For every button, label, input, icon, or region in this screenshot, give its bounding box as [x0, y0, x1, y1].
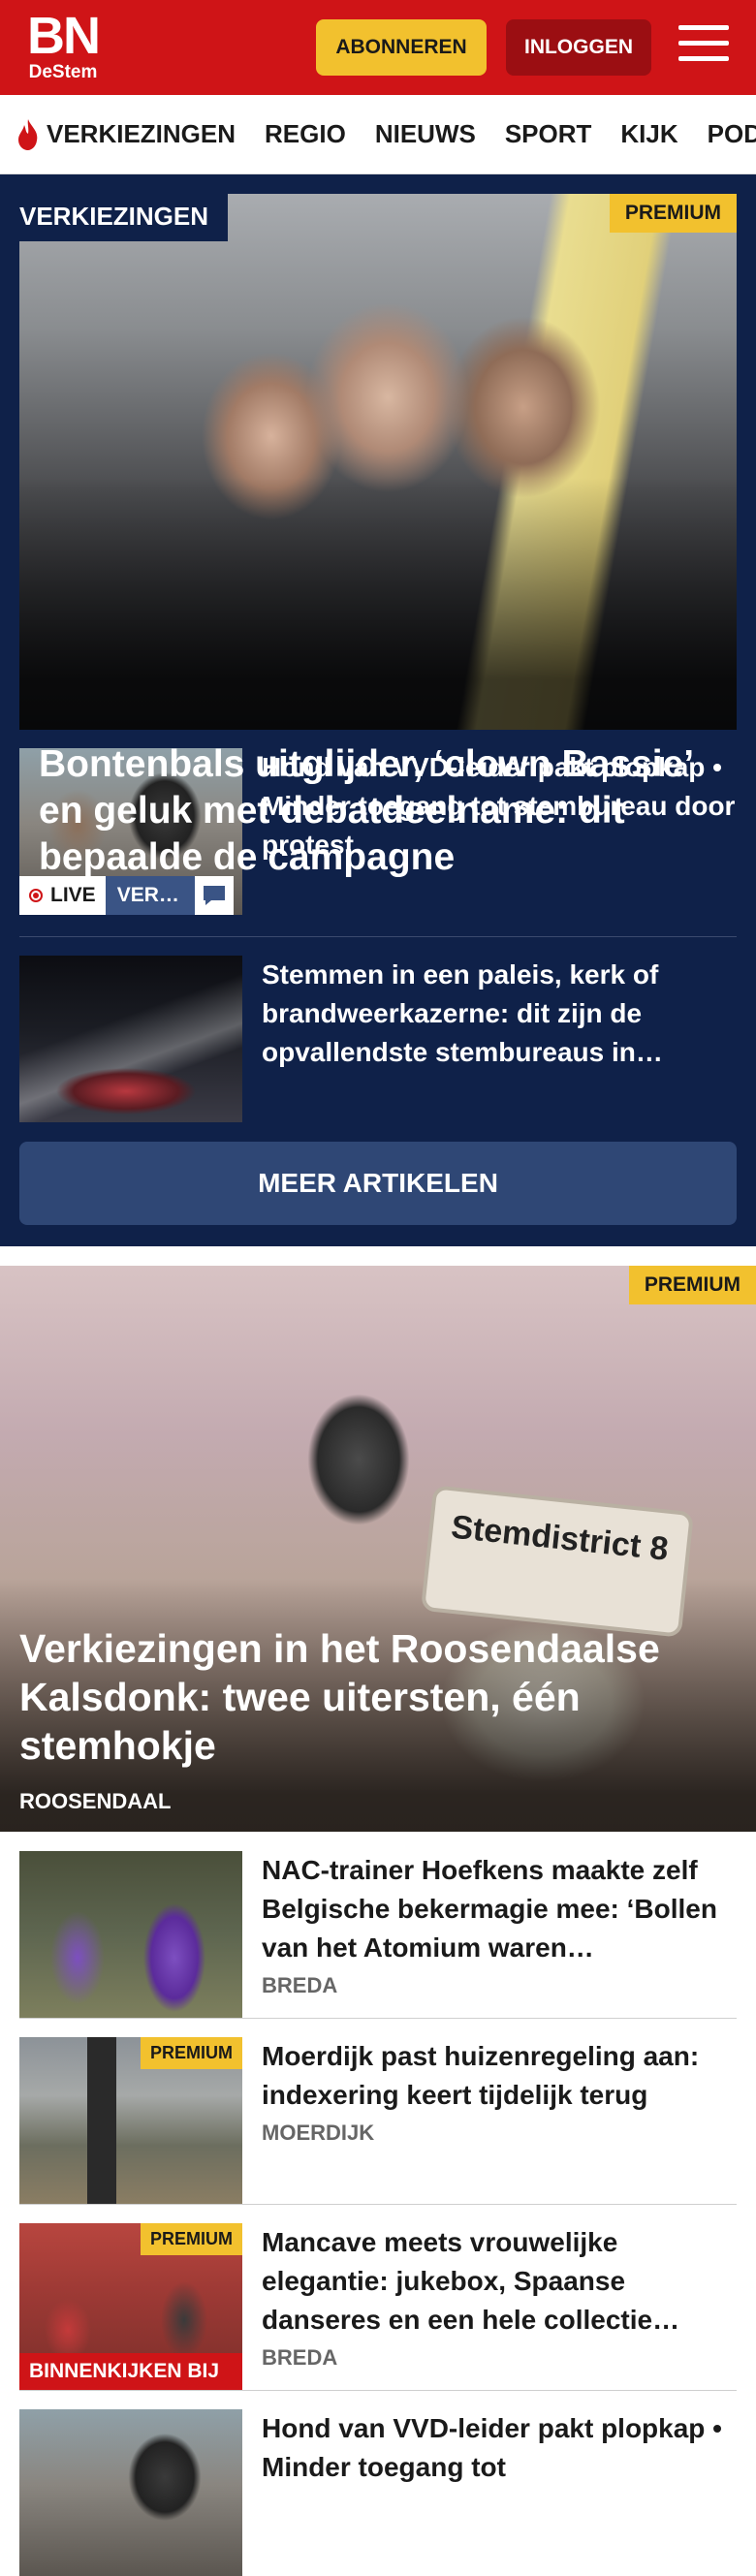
live-label: LIVE [50, 884, 96, 906]
premium-badge: PREMIUM [628, 1266, 756, 1304]
live-badges: LIVE VER… [19, 876, 234, 915]
logo-sub: DeStem [28, 62, 98, 82]
list-location: BREDA [262, 2345, 338, 2370]
nav-item-kijk[interactable]: KIJK [620, 119, 677, 149]
top-bar: BN DeStem ABONNEREN INLOGGEN [0, 0, 756, 95]
story-divider [19, 936, 737, 937]
logo-main: BN [27, 7, 101, 65]
nav-item-sport[interactable]: SPORT [505, 119, 592, 149]
flame-icon [18, 118, 38, 150]
premium-badge: PREMIUM [141, 2223, 242, 2255]
nav-label: VERKIEZINGEN [47, 119, 236, 148]
hamburger-icon[interactable] [678, 25, 729, 68]
story-title: Stemmen in een paleis, kerk of brandweer… [262, 959, 663, 1067]
list-thumbnail [19, 2409, 242, 2576]
live-dot-icon [29, 889, 43, 902]
list-thumbnail: PREMIUM [19, 2037, 242, 2204]
list-item[interactable]: PREMIUM BINNENKIJKEN BIJ Mancave meets v… [19, 2204, 737, 2390]
section-tag[interactable]: VERKIEZINGEN [19, 194, 229, 241]
list-location: BREDA [262, 1973, 338, 1997]
liveblog-tag: VER… [105, 876, 195, 915]
list-title: Hond van VVD-leider pakt plopkap • Minde… [262, 2413, 722, 2482]
list-thumbnail: PREMIUM BINNENKIJKEN BIJ [19, 2223, 242, 2390]
story-item[interactable]: Stemmen in een paleis, kerk of brandweer… [19, 956, 737, 1122]
list-location: MOERDIJK [262, 2120, 375, 2145]
nav-item-nieuws[interactable]: NIEUWS [375, 119, 476, 149]
list-title: NAC-trainer Hoefkens maakte zelf Belgisc… [262, 1855, 717, 1963]
feature-sign: Stemdistrict 8 [420, 1485, 695, 1638]
feature-article[interactable]: Stemdistrict 8 PREMIUM Verkiezingen in h… [0, 1266, 756, 1832]
story-thumbnail [19, 956, 242, 1122]
premium-badge: PREMIUM [609, 194, 737, 233]
list-title: Mancave meets vrouwelijke elegantie: juk… [262, 2227, 680, 2335]
list-title: Moerdijk past huizenregeling aan: indexe… [262, 2041, 700, 2110]
category-badge: BINNENKIJKEN BIJ [19, 2353, 242, 2390]
feature-title: Verkiezingen in het Roosendaalse Kalsdon… [19, 1626, 660, 1768]
election-section: PREMIUM VERKIEZINGEN Bontenbals uitglijd… [0, 174, 756, 1246]
list-thumbnail [19, 1851, 242, 2018]
list-item[interactable]: PREMIUM Moerdijk past huizenregeling aan… [19, 2018, 737, 2204]
hero-image[interactable]: PREMIUM [19, 194, 737, 730]
nav-item-verkiezingen[interactable]: VERKIEZINGEN [16, 118, 236, 151]
nav-item-podcast[interactable]: PODC [708, 119, 756, 149]
nav-item-regio[interactable]: REGIO [265, 119, 346, 149]
live-badge: LIVE [19, 876, 106, 915]
premium-badge: PREMIUM [141, 2037, 242, 2069]
more-articles-button[interactable]: MEER ARTIKELEN [19, 1142, 737, 1225]
feature-location: ROOSENDAAL [19, 1789, 172, 1813]
login-button[interactable]: INLOGGEN [506, 19, 651, 76]
list-item[interactable]: Hond van VVD-leider pakt plopkap • Minde… [19, 2390, 737, 2576]
hero-title[interactable]: Bontenbals uitglijder, ‘clown Bassie’ en… [39, 741, 708, 881]
list-item[interactable]: NAC-trainer Hoefkens maakte zelf Belgisc… [19, 1832, 737, 2018]
sign-text: Stemdistrict 8 [449, 1508, 671, 1568]
subscribe-button[interactable]: ABONNEREN [316, 19, 487, 76]
chat-icon [194, 876, 234, 915]
section-nav: VERKIEZINGEN REGIO NIEUWS SPORT KIJK POD… [0, 95, 756, 174]
site-logo[interactable]: BN DeStem [27, 7, 101, 83]
